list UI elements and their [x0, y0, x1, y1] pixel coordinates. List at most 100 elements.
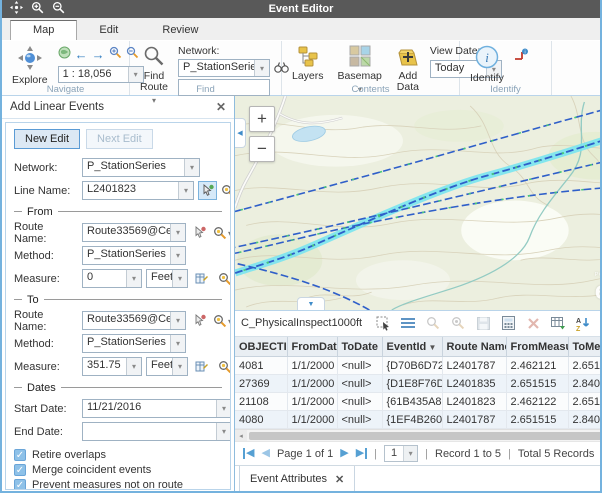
select-records-icon[interactable]	[375, 315, 391, 331]
to-select-route-on-map-button[interactable]	[190, 311, 209, 330]
zoom-in-tool-icon[interactable]	[109, 46, 122, 62]
end-date-dropdown-button[interactable]	[216, 423, 231, 440]
zoom-to-line-button[interactable]	[221, 184, 231, 198]
ribbon-group-find: Find Route Network: P_StationSeries Find	[130, 41, 282, 95]
from-route-name-label: Route Name:	[14, 221, 78, 245]
horizontal-scrollbar[interactable]: ◂ ▸	[235, 429, 602, 441]
table-row[interactable]: 211081/1/2000<null>{61B435A8-3L24018232.…	[235, 393, 602, 411]
to-route-name-combobox[interactable]: Route33569@Centi	[82, 311, 186, 330]
close-tab-icon[interactable]: ✕	[335, 473, 344, 486]
line-name-dropdown-button[interactable]	[178, 182, 193, 199]
next-page-button[interactable]: ▶	[340, 448, 348, 459]
next-extent-icon[interactable]: →	[92, 48, 105, 61]
event-editor-window: Event Editor Map Edit Review Explore ← →	[0, 0, 602, 493]
map-zoom-in-button[interactable]: +	[249, 106, 275, 132]
zoom-to-selection-icon[interactable]	[425, 315, 441, 331]
to-pick-measure-button[interactable]	[192, 357, 211, 376]
table-row[interactable]: 40811/1/2000<null>{D70B6D72-3L24017872.4…	[235, 357, 602, 375]
from-pick-measure-button[interactable]	[192, 269, 211, 288]
from-unit-combobox[interactable]: Feet	[146, 269, 188, 288]
from-zoom-to-measure-button[interactable]	[215, 269, 231, 288]
scrollbar-thumb[interactable]	[249, 432, 602, 440]
layers-button[interactable]: Layers	[288, 44, 328, 83]
identify-route-location-icon[interactable]: i	[514, 44, 529, 83]
from-route-name-dropdown-button[interactable]	[170, 224, 185, 241]
page-number-combobox[interactable]: 1	[384, 445, 418, 462]
basemap-button[interactable]: Basemap	[334, 44, 386, 83]
to-unit-combobox[interactable]: Feet	[146, 357, 188, 376]
esri-logo: POWERED BY esri	[595, 273, 602, 305]
delete-record-icon[interactable]	[525, 315, 541, 331]
collapse-panel-left-button[interactable]: ◀	[235, 118, 246, 148]
column-header-fromdate[interactable]: FromDate	[287, 337, 337, 357]
prevent-measures-checkbox[interactable]: ✓	[14, 479, 26, 490]
cell-eventid: {D70B6D72-3	[382, 357, 442, 375]
table-menu-icon[interactable]	[400, 315, 416, 331]
scroll-left-arrow[interactable]: ◂	[235, 430, 247, 441]
network-dropdown-button[interactable]	[254, 60, 269, 76]
from-method-dropdown-button[interactable]	[170, 247, 185, 264]
collapse-table-button[interactable]: ▼	[297, 297, 325, 310]
export-table-icon[interactable]	[550, 315, 566, 331]
tab-edit[interactable]: Edit	[77, 21, 140, 40]
panel-close-icon[interactable]: ✕	[216, 100, 226, 114]
map-canvas[interactable]: + − ◀ ▼ POWERED BY esri	[235, 96, 602, 311]
table-row[interactable]: 40801/1/2000<null>{1EF4B260-FL24017872.6…	[235, 411, 602, 429]
from-method-combobox[interactable]: P_StationSeries	[82, 246, 186, 265]
retire-overlaps-checkbox[interactable]: ✓	[14, 449, 26, 461]
identify-button[interactable]: i Identify	[466, 44, 508, 83]
end-date-combobox[interactable]	[82, 422, 231, 441]
to-unit-dropdown-button[interactable]	[172, 358, 187, 375]
cell-routename: L2401823	[442, 393, 506, 411]
column-header-tomeasure[interactable]: ToMea	[568, 337, 602, 357]
tab-event-attributes[interactable]: Event Attributes ✕	[239, 466, 355, 493]
column-header-eventid[interactable]: EventId	[382, 337, 442, 357]
merge-coincident-checkbox[interactable]: ✓	[14, 464, 26, 476]
start-date-combobox[interactable]: 11/21/2016	[82, 399, 231, 418]
to-route-name-dropdown-button[interactable]	[170, 312, 185, 329]
from-measure-dropdown-button[interactable]	[126, 270, 141, 287]
from-route-name-combobox[interactable]: Route33569@Centi	[82, 223, 186, 242]
column-header-frommeasure[interactable]: FromMeasure	[506, 337, 568, 357]
field-calculator-icon[interactable]	[500, 315, 516, 331]
previous-page-button[interactable]: ◀	[261, 448, 269, 459]
previous-extent-icon[interactable]: ←	[75, 48, 88, 61]
to-zoom-to-route-button[interactable]	[213, 314, 231, 328]
tab-review[interactable]: Review	[140, 21, 220, 40]
map-zoom-out-button[interactable]: −	[249, 136, 275, 162]
column-header-todate[interactable]: ToDate	[337, 337, 382, 357]
add-data-button[interactable]: Add Data	[392, 44, 424, 83]
from-zoom-to-route-button[interactable]	[213, 226, 231, 240]
to-measure-dropdown-button[interactable]	[126, 358, 141, 375]
line-name-combobox[interactable]: L2401823	[82, 181, 194, 200]
table-row[interactable]: 273691/1/2000<null>{D1E8F76D-FL24018352.…	[235, 375, 602, 393]
record-range-text: Record 1 to 5	[435, 448, 501, 460]
pan-to-selection-icon[interactable]	[450, 315, 466, 331]
from-select-route-on-map-button[interactable]	[190, 223, 209, 242]
column-header-routename[interactable]: Route Name	[442, 337, 506, 357]
find-route-button[interactable]: Find Route	[136, 44, 172, 83]
select-line-on-map-button[interactable]	[198, 181, 217, 200]
from-unit-dropdown-button[interactable]	[172, 270, 187, 287]
from-measure-combobox[interactable]: 0	[82, 269, 142, 288]
column-header-objectid[interactable]: OBJECTID	[235, 337, 287, 357]
to-zoom-to-measure-button[interactable]	[215, 357, 231, 376]
next-edit-button[interactable]: Next Edit	[86, 129, 153, 149]
panel-network-combobox[interactable]: P_StationSeries	[82, 158, 200, 177]
first-page-button[interactable]: ◀	[243, 448, 254, 459]
page-number-dropdown-button[interactable]	[403, 446, 417, 461]
cell-routename: L2401787	[442, 357, 506, 375]
new-edit-button[interactable]: New Edit	[14, 129, 80, 149]
last-page-button[interactable]: ▶	[356, 448, 367, 459]
start-date-dropdown-button[interactable]	[216, 400, 231, 417]
to-method-combobox[interactable]: P_StationSeries	[82, 334, 186, 353]
panel-network-dropdown-button[interactable]	[184, 159, 199, 176]
tab-map[interactable]: Map	[10, 20, 77, 40]
sort-icon[interactable]: AZ	[575, 315, 591, 331]
save-icon[interactable]	[475, 315, 491, 331]
full-extent-icon[interactable]	[58, 46, 71, 62]
network-combobox[interactable]: P_StationSeries	[178, 59, 270, 77]
explore-button[interactable]: Explore	[8, 44, 52, 83]
to-method-dropdown-button[interactable]	[170, 335, 185, 352]
to-measure-combobox[interactable]: 351.75	[82, 357, 142, 376]
